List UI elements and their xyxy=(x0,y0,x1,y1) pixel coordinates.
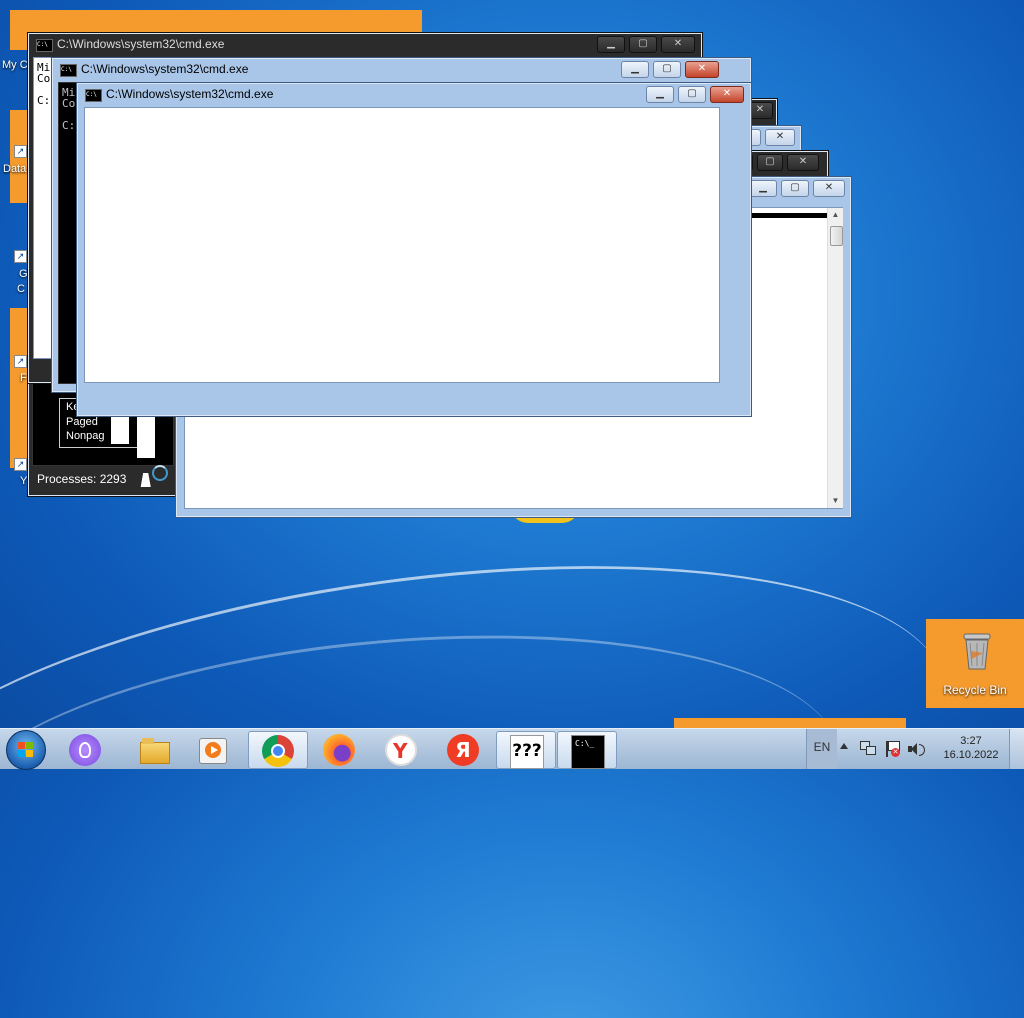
chrome-icon xyxy=(262,735,294,767)
processes-status: Processes: 2293 xyxy=(37,472,127,486)
cmd-window-3[interactable]: C:\ C:\Windows\system32\cmd.exe ▁ ▢ ✕ xyxy=(76,82,752,417)
show-hidden-icons-icon[interactable] xyxy=(840,743,848,749)
file-explorer-icon xyxy=(138,734,170,766)
console-output: Mi Co C: xyxy=(62,86,76,132)
taskbar-unknown-app[interactable]: ??? xyxy=(496,731,556,769)
scroll-thumb[interactable] xyxy=(830,226,843,246)
recycle-bin[interactable]: Recycle Bin xyxy=(926,619,1024,708)
show-desktop-button[interactable] xyxy=(1009,729,1024,769)
desktop-icon-data[interactable]: Data xyxy=(3,163,26,175)
taskbar-chrome[interactable] xyxy=(248,731,308,769)
minimize-button[interactable]: ▁ xyxy=(749,180,777,197)
language-indicator[interactable]: EN xyxy=(806,729,837,769)
maximize-button[interactable]: ▢ xyxy=(757,154,783,171)
cmd-window-2-titlebar[interactable]: C:\ C:\Windows\system32\cmd.exe ▁ ▢ ✕ xyxy=(52,58,751,82)
alice-icon xyxy=(69,734,101,766)
close-button[interactable]: ✕ xyxy=(813,180,845,197)
cmd-icon: C:\ xyxy=(36,39,53,52)
minimize-button[interactable]: ▁ xyxy=(597,36,625,53)
cmd-window-1-titlebar[interactable]: C:\ C:\Windows\system32\cmd.exe ▁ ▢ ✕ xyxy=(28,33,702,57)
network-icon[interactable] xyxy=(860,741,876,755)
cmd-window-3-body xyxy=(84,107,720,383)
maximize-button[interactable]: ▢ xyxy=(781,180,809,197)
mouse-pointer-icon xyxy=(140,473,154,487)
maximize-button[interactable]: ▢ xyxy=(678,86,706,103)
cmd-icon: C:\ xyxy=(60,64,77,77)
desktop-icon-chrome-sub: C xyxy=(17,283,25,295)
cmd-window-3-titlebar[interactable]: C:\ C:\Windows\system32\cmd.exe ▁ ▢ ✕ xyxy=(77,83,751,107)
close-button[interactable]: ✕ xyxy=(685,61,719,78)
clock-time: 3:27 xyxy=(960,735,982,747)
start-button[interactable] xyxy=(6,730,46,770)
unknown-app-icon: ??? xyxy=(510,735,544,769)
vertical-scrollbar[interactable]: ▲ ▼ xyxy=(827,208,843,508)
shortcut-arrow-icon: ↗ xyxy=(14,250,27,263)
recycle-bin-label: Recycle Bin xyxy=(943,683,1007,697)
desktop-icon-firefox[interactable]: F xyxy=(20,372,27,384)
cmd-icon-label: C:\_ xyxy=(575,739,595,748)
windows-logo-icon xyxy=(18,742,34,758)
desktop-icon-highlight xyxy=(674,718,906,728)
desktop-icon-my-computer[interactable]: My C xyxy=(2,59,28,71)
yandex-icon: Я xyxy=(447,734,479,766)
busy-cursor-icon xyxy=(152,465,168,481)
shortcut-arrow-icon: ↗ xyxy=(14,145,27,158)
taskbar-firefox[interactable] xyxy=(310,731,368,767)
recycle-bin-icon xyxy=(963,633,991,670)
taskbar-media-player[interactable] xyxy=(184,731,242,767)
volume-icon[interactable] xyxy=(908,741,926,757)
taskbar-yandex[interactable]: Я xyxy=(434,731,492,767)
taskbar-explorer[interactable] xyxy=(125,731,183,767)
unknown-app-label: ??? xyxy=(512,741,542,761)
yandex-browser-icon: Y xyxy=(385,734,417,766)
firefox-icon xyxy=(323,734,355,766)
window-title: C:\Windows\system32\cmd.exe xyxy=(106,87,274,101)
shortcut-arrow-icon: ↗ xyxy=(14,458,27,471)
flag-error-icon[interactable]: ✕ xyxy=(884,741,900,757)
cmd-window-1-body: Mi Co C: xyxy=(33,57,53,359)
cmd-icon: C:\_ xyxy=(571,735,605,769)
media-player-icon xyxy=(197,734,229,766)
nonpaged-label: Nonpag xyxy=(66,430,105,442)
close-button[interactable]: ✕ xyxy=(787,154,819,171)
maximize-button[interactable]: ▢ xyxy=(629,36,657,53)
cmd-icon: C:\ xyxy=(85,89,102,102)
window-title: C:\Windows\system32\cmd.exe xyxy=(57,37,225,51)
maximize-button[interactable]: ▢ xyxy=(653,61,681,78)
scroll-down-arrow-icon[interactable]: ▼ xyxy=(828,494,843,508)
clock-date: 16.10.2022 xyxy=(943,749,999,761)
taskbar-clock[interactable]: 3:27 16.10.2022 xyxy=(936,729,1006,769)
minimize-button[interactable]: ▁ xyxy=(646,86,674,103)
close-button[interactable]: ✕ xyxy=(765,129,795,146)
minimize-button[interactable]: ▁ xyxy=(621,61,649,78)
taskbar-cmd[interactable]: C:\_ xyxy=(557,731,617,769)
taskbar-yandex-browser[interactable]: Y xyxy=(372,731,430,767)
taskbar-alice[interactable] xyxy=(56,731,114,767)
close-button[interactable]: ✕ xyxy=(661,36,695,53)
yandex-letter: Я xyxy=(455,738,471,762)
shortcut-arrow-icon: ↗ xyxy=(14,355,27,368)
taskbar: Y Я ??? C:\_ EN ✕ 3:27 16.10.2022 xyxy=(0,728,1024,770)
close-button[interactable]: ✕ xyxy=(710,86,744,103)
window-title: C:\Windows\system32\cmd.exe xyxy=(81,62,249,76)
paged-label: Paged xyxy=(66,416,98,428)
console-output: Mi Co C: xyxy=(37,61,51,107)
scroll-up-arrow-icon[interactable]: ▲ xyxy=(828,208,843,222)
